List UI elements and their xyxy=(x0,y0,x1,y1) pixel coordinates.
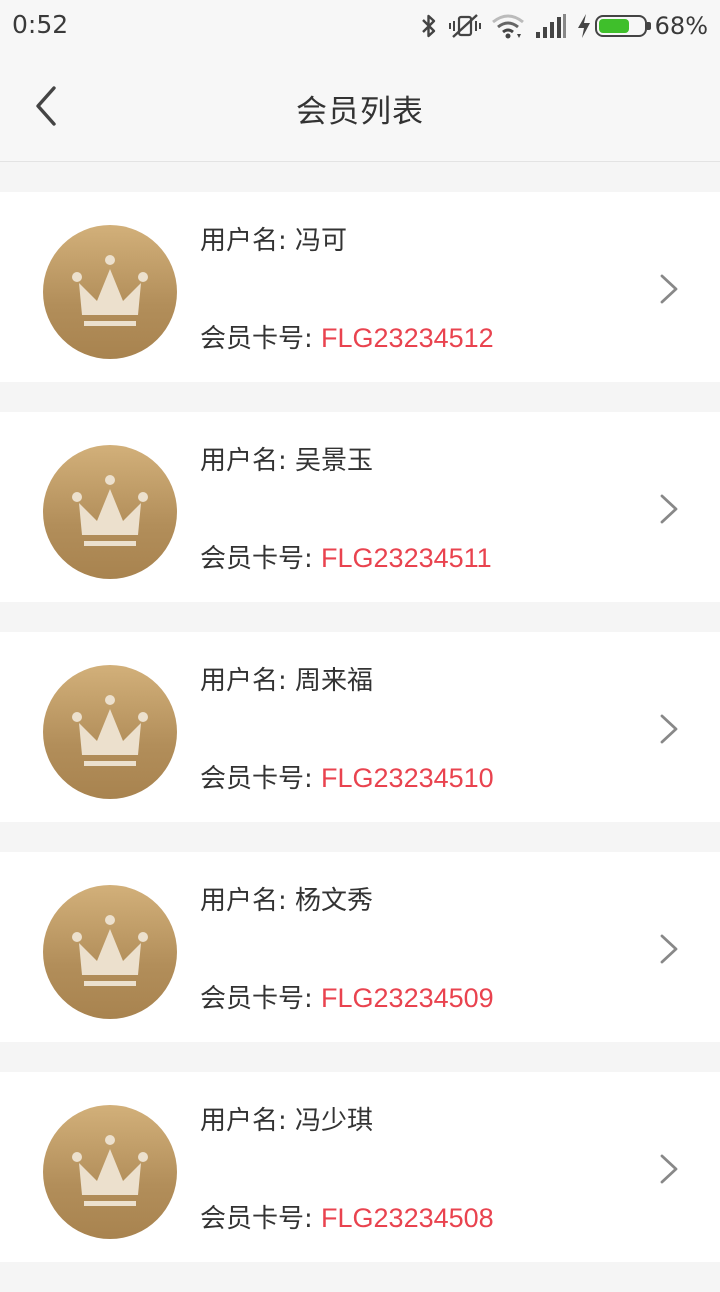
status-bar: 0:52 68% xyxy=(0,0,720,52)
avatar xyxy=(43,445,177,579)
charging-icon xyxy=(577,14,590,38)
card-number-value: FLG23234510 xyxy=(321,763,494,793)
username-label: 用户名: xyxy=(200,446,287,476)
status-icons: 68% xyxy=(409,9,708,43)
avatar xyxy=(43,1105,177,1239)
card-number-label: 会员卡号: xyxy=(200,544,313,574)
chevron-right-icon xyxy=(660,494,678,524)
chevron-right-icon xyxy=(660,934,678,964)
username-line: 用户名: 杨文秀 xyxy=(200,880,373,917)
chevron-right-icon xyxy=(660,274,678,304)
signal-icon xyxy=(535,14,566,38)
card-number-line: 会员卡号: FLG23234508 xyxy=(200,1198,494,1235)
username-label: 用户名: xyxy=(200,1106,287,1136)
chevron-right-icon xyxy=(660,1154,678,1184)
crown-icon xyxy=(72,475,148,546)
chevron-right-icon xyxy=(660,714,678,744)
battery-level xyxy=(598,19,629,33)
card-number-label: 会员卡号: xyxy=(200,1204,313,1234)
wifi-icon xyxy=(491,14,524,39)
username-label: 用户名: xyxy=(200,886,287,916)
card-number-label: 会员卡号: xyxy=(200,324,313,354)
card-number-label: 会员卡号: xyxy=(200,764,313,794)
status-time: 0:52 xyxy=(12,10,69,39)
crown-icon xyxy=(72,695,148,766)
member-list: 用户名: 冯可 会员卡号: FLG23234512 用户名: 吴景玉 会员卡号: xyxy=(0,192,720,1292)
username-label: 用户名: xyxy=(200,666,287,696)
member-card-4[interactable]: 用户名: 冯少琪 会员卡号: FLG23234508 xyxy=(0,1072,720,1262)
card-number-line: 会员卡号: FLG23234512 xyxy=(200,318,494,355)
member-card-1[interactable]: 用户名: 吴景玉 会员卡号: FLG23234511 xyxy=(0,412,720,602)
crown-icon xyxy=(72,915,148,986)
card-number-value: FLG23234509 xyxy=(321,983,494,1013)
crown-icon xyxy=(72,255,148,326)
card-number-value: FLG23234508 xyxy=(321,1203,494,1233)
username-value: 杨文秀 xyxy=(295,886,374,916)
crown-icon xyxy=(72,1135,148,1206)
nav-bar: 会员列表 xyxy=(0,52,720,162)
username-value: 冯少琪 xyxy=(295,1106,374,1136)
username-value: 周来福 xyxy=(295,666,374,696)
card-number-value: FLG23234511 xyxy=(321,543,492,573)
page-title: 会员列表 xyxy=(296,94,424,130)
username-line: 用户名: 周来福 xyxy=(200,660,373,697)
member-card-3[interactable]: 用户名: 杨文秀 会员卡号: FLG23234509 xyxy=(0,852,720,1042)
username-value: 冯可 xyxy=(295,226,348,256)
username-line: 用户名: 冯可 xyxy=(200,220,347,257)
battery-icon xyxy=(594,15,651,37)
avatar xyxy=(43,885,177,1019)
vibrate-off-icon xyxy=(448,14,481,38)
avatar xyxy=(43,225,177,359)
member-card-0[interactable]: 用户名: 冯可 会员卡号: FLG23234512 xyxy=(0,192,720,382)
card-number-line: 会员卡号: FLG23234510 xyxy=(200,758,494,795)
username-label: 用户名: xyxy=(200,226,287,256)
member-card-2[interactable]: 用户名: 周来福 会员卡号: FLG23234510 xyxy=(0,632,720,822)
username-line: 用户名: 冯少琪 xyxy=(200,1100,373,1137)
card-number-value: FLG23234512 xyxy=(321,323,494,353)
card-number-line: 会员卡号: FLG23234511 xyxy=(200,538,492,575)
card-number-label: 会员卡号: xyxy=(200,984,313,1014)
battery-percent: 68% xyxy=(654,12,708,40)
card-number-line: 会员卡号: FLG23234509 xyxy=(200,978,494,1015)
bluetooth-icon xyxy=(421,14,435,38)
username-line: 用户名: 吴景玉 xyxy=(200,440,373,477)
username-value: 吴景玉 xyxy=(295,446,374,476)
avatar xyxy=(43,665,177,799)
